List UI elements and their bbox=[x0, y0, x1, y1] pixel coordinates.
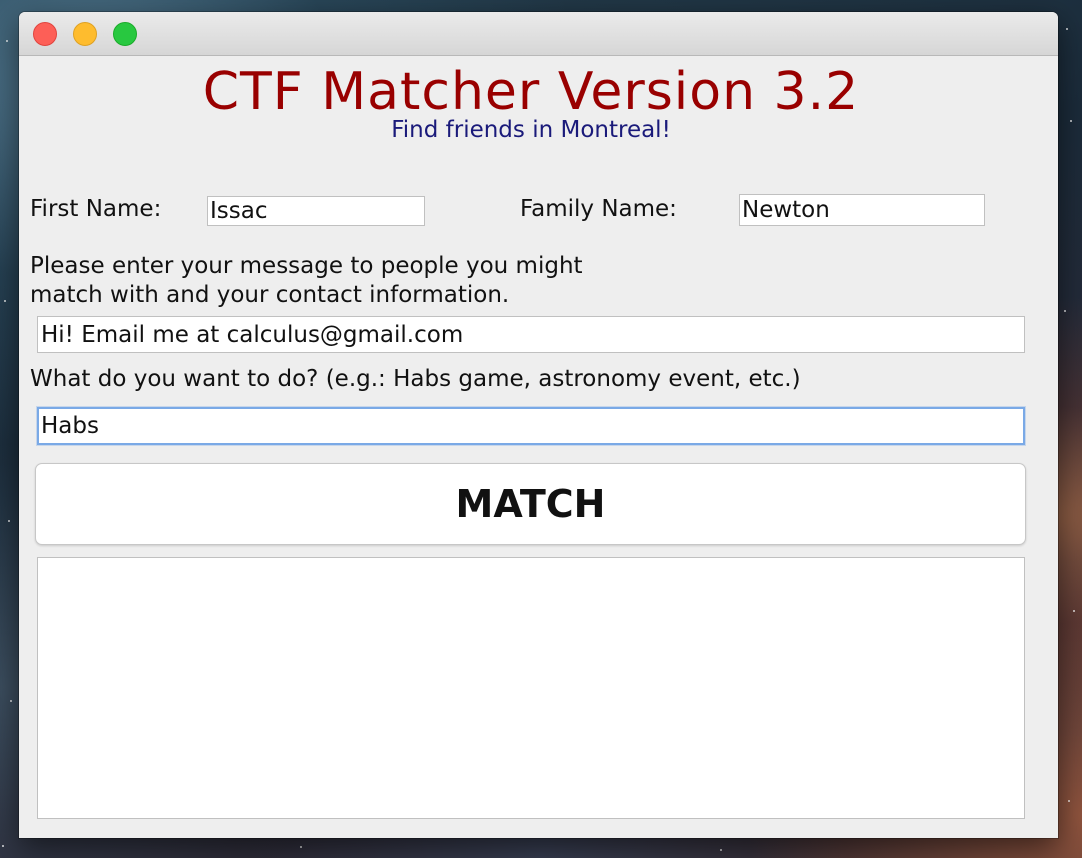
page-subtitle: Find friends in Montreal! bbox=[391, 117, 671, 143]
message-field[interactable] bbox=[37, 316, 1025, 353]
maximize-icon[interactable] bbox=[113, 22, 137, 46]
match-button[interactable]: MATCH bbox=[35, 463, 1026, 545]
family-name-field[interactable] bbox=[739, 194, 985, 226]
results-textarea[interactable] bbox=[37, 557, 1025, 819]
window-titlebar[interactable] bbox=[19, 12, 1058, 56]
close-icon[interactable] bbox=[33, 22, 57, 46]
family-name-label: Family Name: bbox=[520, 196, 677, 222]
first-name-label: First Name: bbox=[30, 196, 162, 222]
activity-label: What do you want to do? (e.g.: Habs game… bbox=[30, 366, 801, 392]
app-window: CTF Matcher Version 3.2 Find friends in … bbox=[19, 12, 1058, 838]
activity-field[interactable] bbox=[37, 407, 1025, 445]
minimize-icon[interactable] bbox=[73, 22, 97, 46]
message-label-line1: Please enter your message to people you … bbox=[30, 253, 583, 279]
page-title: CTF Matcher Version 3.2 bbox=[202, 62, 860, 122]
app-content: CTF Matcher Version 3.2 Find friends in … bbox=[19, 56, 1058, 838]
message-label-line2: match with and your contact information. bbox=[30, 282, 510, 308]
first-name-field[interactable] bbox=[207, 196, 425, 226]
